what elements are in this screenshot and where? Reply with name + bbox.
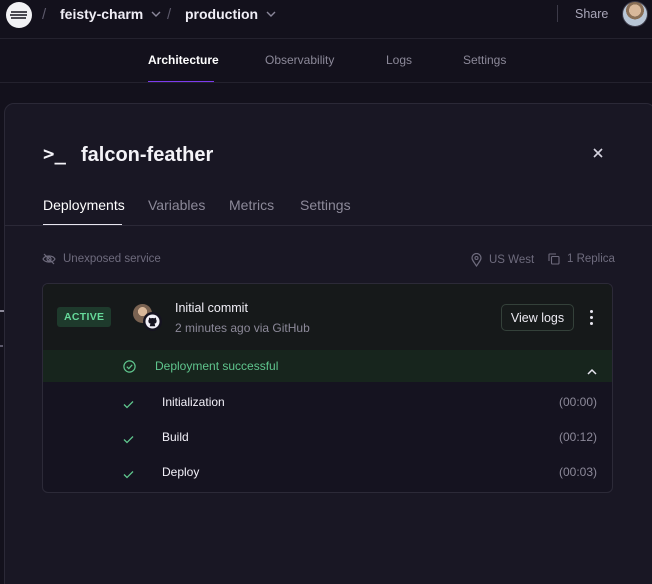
railway-logo-icon[interactable] <box>6 2 32 28</box>
tab-metrics[interactable]: Metrics <box>229 197 274 213</box>
deployment-header: ACTIVE Initial commit 2 minutes ago via … <box>43 284 612 350</box>
chevron-down-icon <box>151 9 161 20</box>
step-name: Build <box>162 430 189 444</box>
breadcrumb-separator: / <box>167 6 172 23</box>
tab-variables[interactable]: Variables <box>148 197 205 213</box>
region-label: US West <box>489 254 535 266</box>
exposure-label: Unexposed service <box>63 253 161 265</box>
deployment-meta: 2 minutes ago via GitHub <box>175 321 310 335</box>
eye-off-icon <box>42 253 56 265</box>
check-icon <box>123 396 134 414</box>
environment-selector[interactable]: production <box>185 6 276 22</box>
tab-settings[interactable]: Settings <box>463 53 506 67</box>
deployment-card[interactable]: ACTIVE Initial commit 2 minutes ago via … <box>42 283 613 493</box>
build-step-row: Deploy (00:03) <box>43 455 612 489</box>
share-button[interactable]: Share <box>575 7 608 21</box>
view-logs-button[interactable]: View logs <box>501 304 574 331</box>
more-options-icon[interactable] <box>584 305 598 329</box>
divider <box>5 225 652 226</box>
tab-logs[interactable]: Logs <box>386 53 412 67</box>
status-badge: ACTIVE <box>57 307 112 327</box>
top-bar: / feisty-charm / production Share <box>0 0 652 30</box>
tab-architecture[interactable]: Architecture <box>148 53 219 67</box>
replica-label: 1 Replica <box>567 253 615 265</box>
step-name: Deploy <box>162 465 200 479</box>
divider <box>0 38 652 39</box>
deployment-result: Deployment successful <box>155 359 279 373</box>
check-icon <box>123 431 134 449</box>
step-duration: (00:00) <box>558 395 597 409</box>
deployment-status-row[interactable]: Deployment successful <box>43 350 612 382</box>
chevron-down-icon <box>266 9 276 20</box>
project-name: feisty-charm <box>60 6 144 22</box>
canvas-edge-marker <box>0 345 3 347</box>
tab-deployments[interactable]: Deployments <box>43 197 125 213</box>
exposure-status[interactable]: Unexposed service <box>42 253 161 265</box>
close-icon[interactable] <box>592 147 604 163</box>
terminal-prompt-icon: >_ <box>43 143 66 165</box>
step-duration: (00:03) <box>558 465 597 479</box>
check-icon <box>123 466 134 484</box>
step-name: Initialization <box>162 395 225 409</box>
divider <box>557 5 558 22</box>
user-avatar[interactable] <box>622 1 648 27</box>
breadcrumb-separator: / <box>42 6 47 23</box>
commit-message[interactable]: Initial commit <box>175 301 248 315</box>
region-info: US West <box>471 253 534 267</box>
replica-info: 1 Replica <box>548 253 615 265</box>
github-icon <box>143 312 162 331</box>
environment-name: production <box>185 6 259 22</box>
build-step-row: Initialization (00:00) <box>43 385 612 419</box>
check-circle-icon <box>123 360 136 378</box>
step-duration: (00:12) <box>558 430 597 444</box>
tab-service-settings[interactable]: Settings <box>300 197 351 213</box>
main-nav: Architecture Observability Logs Settings <box>0 53 652 83</box>
copy-icon <box>548 253 560 265</box>
divider <box>0 82 652 83</box>
map-pin-icon <box>471 253 482 267</box>
build-step-row: Build (00:12) <box>43 420 612 454</box>
service-title: falcon-feather <box>81 144 214 166</box>
project-selector[interactable]: feisty-charm <box>60 6 161 22</box>
tab-observability[interactable]: Observability <box>265 53 334 67</box>
chevron-up-icon[interactable] <box>587 362 597 380</box>
